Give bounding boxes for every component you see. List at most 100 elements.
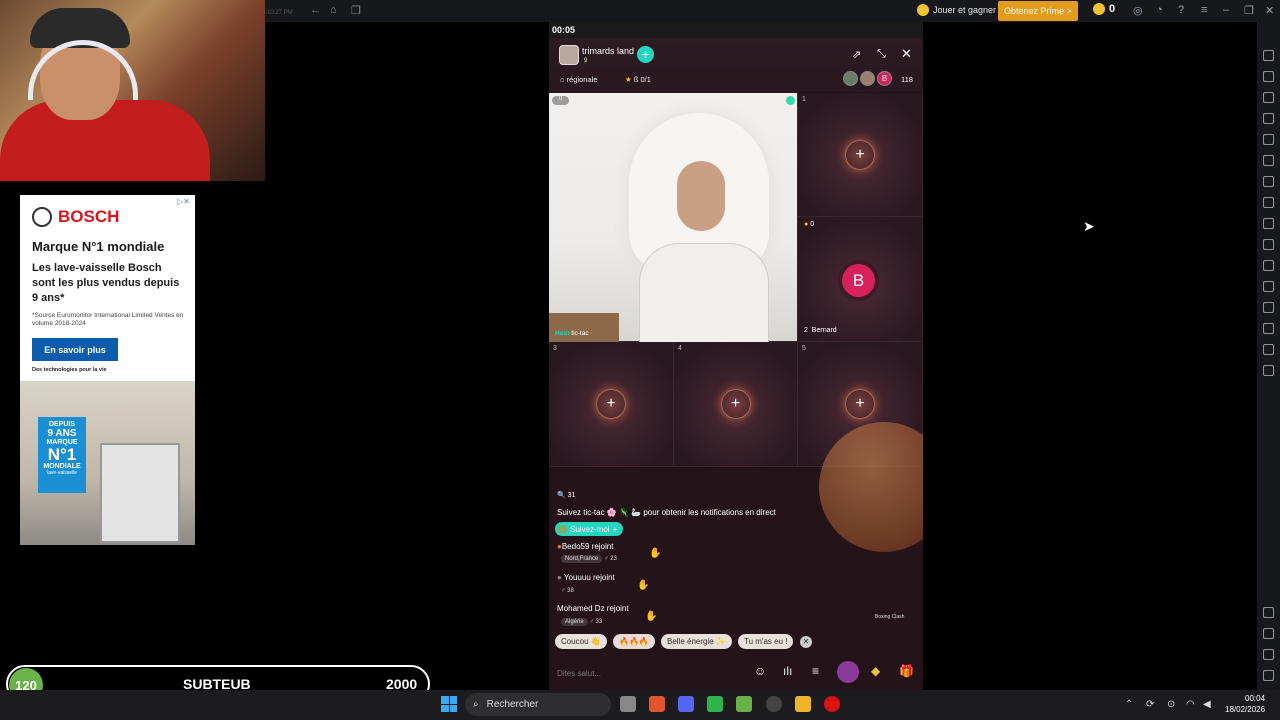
quick-reply[interactable]: Belle énergie ✨ (661, 634, 732, 649)
folder-icon[interactable] (795, 696, 811, 712)
add-seat-icon[interactable]: + (845, 139, 875, 170)
volume-icon[interactable] (1263, 50, 1274, 61)
tray-chevron-icon[interactable]: ⌃ (1125, 699, 1133, 710)
settings-icon[interactable] (1263, 607, 1274, 618)
taskbar-clock[interactable]: 00:04 18/02/2026 (1225, 693, 1265, 715)
game-icon[interactable] (837, 661, 859, 683)
windows-start-icon[interactable] (441, 696, 457, 712)
layers-icon[interactable] (1263, 344, 1274, 355)
add-seat-icon[interactable]: + (596, 389, 626, 419)
voice-icon[interactable]: ılı (783, 664, 792, 678)
menu-icon[interactable]: ≡ (1201, 4, 1207, 16)
seat-2[interactable]: ● 0 B 2 Bernard (798, 217, 923, 342)
screenshot-icon[interactable] (1263, 197, 1274, 208)
tabs-icon[interactable]: ❐ (351, 4, 361, 17)
chat-join-message[interactable]: ●Bedo59 rejoint (557, 542, 613, 551)
add-seat-icon[interactable]: + (720, 389, 751, 419)
sync-icon[interactable] (1263, 134, 1274, 145)
chart-icon[interactable] (1263, 176, 1274, 187)
jouer-button[interactable]: Jouer et gagner (917, 4, 996, 16)
bluestacks-icon[interactable] (736, 696, 752, 712)
share-icon[interactable]: ⇗ (852, 48, 861, 61)
seat-4[interactable]: 4 + (674, 342, 798, 467)
room-members: 9 (584, 58, 588, 64)
add-seat-icon[interactable]: + (845, 389, 875, 419)
live-room: 00:05 trimards land 9 + ⇗ ⤡ ✕ ⌂ régional… (549, 22, 923, 690)
youtube-icon[interactable] (824, 696, 840, 712)
exit-room-icon[interactable]: ✕ (901, 46, 912, 62)
wifi-icon[interactable]: ◠ (1186, 699, 1195, 710)
wave-icon[interactable]: ✋ (649, 548, 661, 559)
star-goal[interactable]: ★ ß 0/1 (625, 75, 651, 84)
restore-icon[interactable]: ❐ (1244, 4, 1254, 17)
coin-game-icon[interactable]: ◆ (871, 664, 880, 678)
sync-tray-icon[interactable]: ⟳ (1146, 699, 1154, 710)
close-icon[interactable]: ✕ (1265, 4, 1274, 17)
excel-icon[interactable] (707, 696, 723, 712)
boxing-clash-game[interactable]: Boxing Clash (875, 614, 904, 620)
home-icon[interactable]: ⌂ (330, 4, 337, 16)
emoji-icon[interactable]: ☺ (754, 664, 766, 678)
back-icon[interactable]: ← (310, 4, 321, 16)
keyboard-icon[interactable] (1263, 92, 1274, 103)
host-video[interactable]: 0 Host tic-tac (549, 93, 798, 343)
seat-1[interactable]: 1 + (798, 93, 923, 217)
follow-room-button[interactable]: + (637, 46, 654, 63)
seat-3[interactable]: 3 + (549, 342, 674, 467)
gift-icon[interactable]: 🎁 (899, 664, 914, 678)
region-tag[interactable]: ⌂ régionale (560, 75, 597, 84)
message-input[interactable] (557, 664, 747, 682)
more-icon[interactable]: ≡ (812, 664, 819, 678)
mouse-cursor-icon: ➤ (1083, 218, 1095, 234)
mic-tray-icon[interactable]: ⊙ (1167, 699, 1175, 710)
media-icon[interactable] (1263, 71, 1274, 82)
coins-counter[interactable]: 0 (1093, 3, 1115, 15)
ad-close-icon[interactable]: ▷✕ (177, 197, 190, 206)
quick-reply[interactable]: Tu m'as eu ! (738, 634, 794, 649)
refresh-icon[interactable] (1263, 365, 1274, 376)
wave-icon[interactable]: ✋ (645, 611, 657, 622)
record-icon[interactable] (1263, 218, 1274, 229)
viewer-avatar[interactable]: B (877, 71, 892, 86)
close-quick-replies-icon[interactable]: ✕ (800, 636, 812, 648)
back-nav-icon[interactable] (1263, 628, 1274, 639)
room-avatar[interactable] (559, 45, 579, 65)
recents-icon[interactable] (1263, 670, 1274, 681)
copy-icon[interactable] (1263, 281, 1274, 292)
quick-reply[interactable]: 🔥🔥🔥 (613, 634, 655, 649)
prime-button[interactable]: Obtenez Prime > (998, 1, 1078, 21)
bell-icon[interactable]: ◔ (1156, 4, 1163, 16)
viewer-avatar[interactable] (860, 71, 875, 86)
follow-me-button[interactable]: Suivez-moi + (555, 522, 624, 536)
rotate-icon[interactable] (1263, 113, 1274, 124)
ad-badge: DEPUIS 9 ANS MARQUE N°1 MONDIALE lave-va… (38, 417, 86, 493)
room-name[interactable]: trimards land (582, 46, 634, 56)
ad-cta-button[interactable]: En savoir plus (32, 338, 118, 361)
plane-icon[interactable] (1263, 260, 1274, 271)
quick-reply[interactable]: Coucou 👋 (555, 634, 607, 649)
eraser-icon[interactable] (1263, 302, 1274, 313)
taskbar-search[interactable]: ⌕ Rechercher (465, 693, 611, 716)
gallery-icon[interactable] (1263, 239, 1274, 250)
minimize-icon[interactable]: – (1223, 4, 1229, 16)
gamepad-icon[interactable] (1263, 155, 1274, 166)
taskview-icon[interactable] (620, 696, 636, 712)
viewer-count[interactable]: 118 (901, 75, 913, 84)
chat-join-message[interactable]: Mohamed Dz rejoint (557, 604, 629, 613)
location-icon[interactable] (1263, 323, 1274, 334)
bernard-avatar[interactable]: B (842, 264, 875, 297)
home-nav-icon[interactable] (1263, 649, 1274, 660)
help-icon[interactable]: ? (1178, 4, 1184, 16)
discord-icon[interactable] (678, 696, 694, 712)
brave-icon[interactable] (649, 696, 665, 712)
bosch-ad[interactable]: BOSCH ▷✕ Marque N°1 mondiale Les lave-va… (20, 195, 195, 545)
emulator-sidebar (1257, 22, 1280, 690)
viewer-avatar[interactable] (843, 71, 858, 86)
minimize-room-icon[interactable]: ⤡ (877, 48, 886, 61)
wave-icon[interactable]: ✋ (637, 580, 649, 591)
account-icon[interactable]: ◎ (1133, 4, 1143, 17)
chat-join-message[interactable]: ● Youuuu rejoint (557, 573, 615, 582)
obs-icon[interactable] (766, 696, 782, 712)
speaker-icon[interactable]: ◀ (1203, 699, 1211, 710)
host-gift-count: 0 (552, 96, 569, 105)
